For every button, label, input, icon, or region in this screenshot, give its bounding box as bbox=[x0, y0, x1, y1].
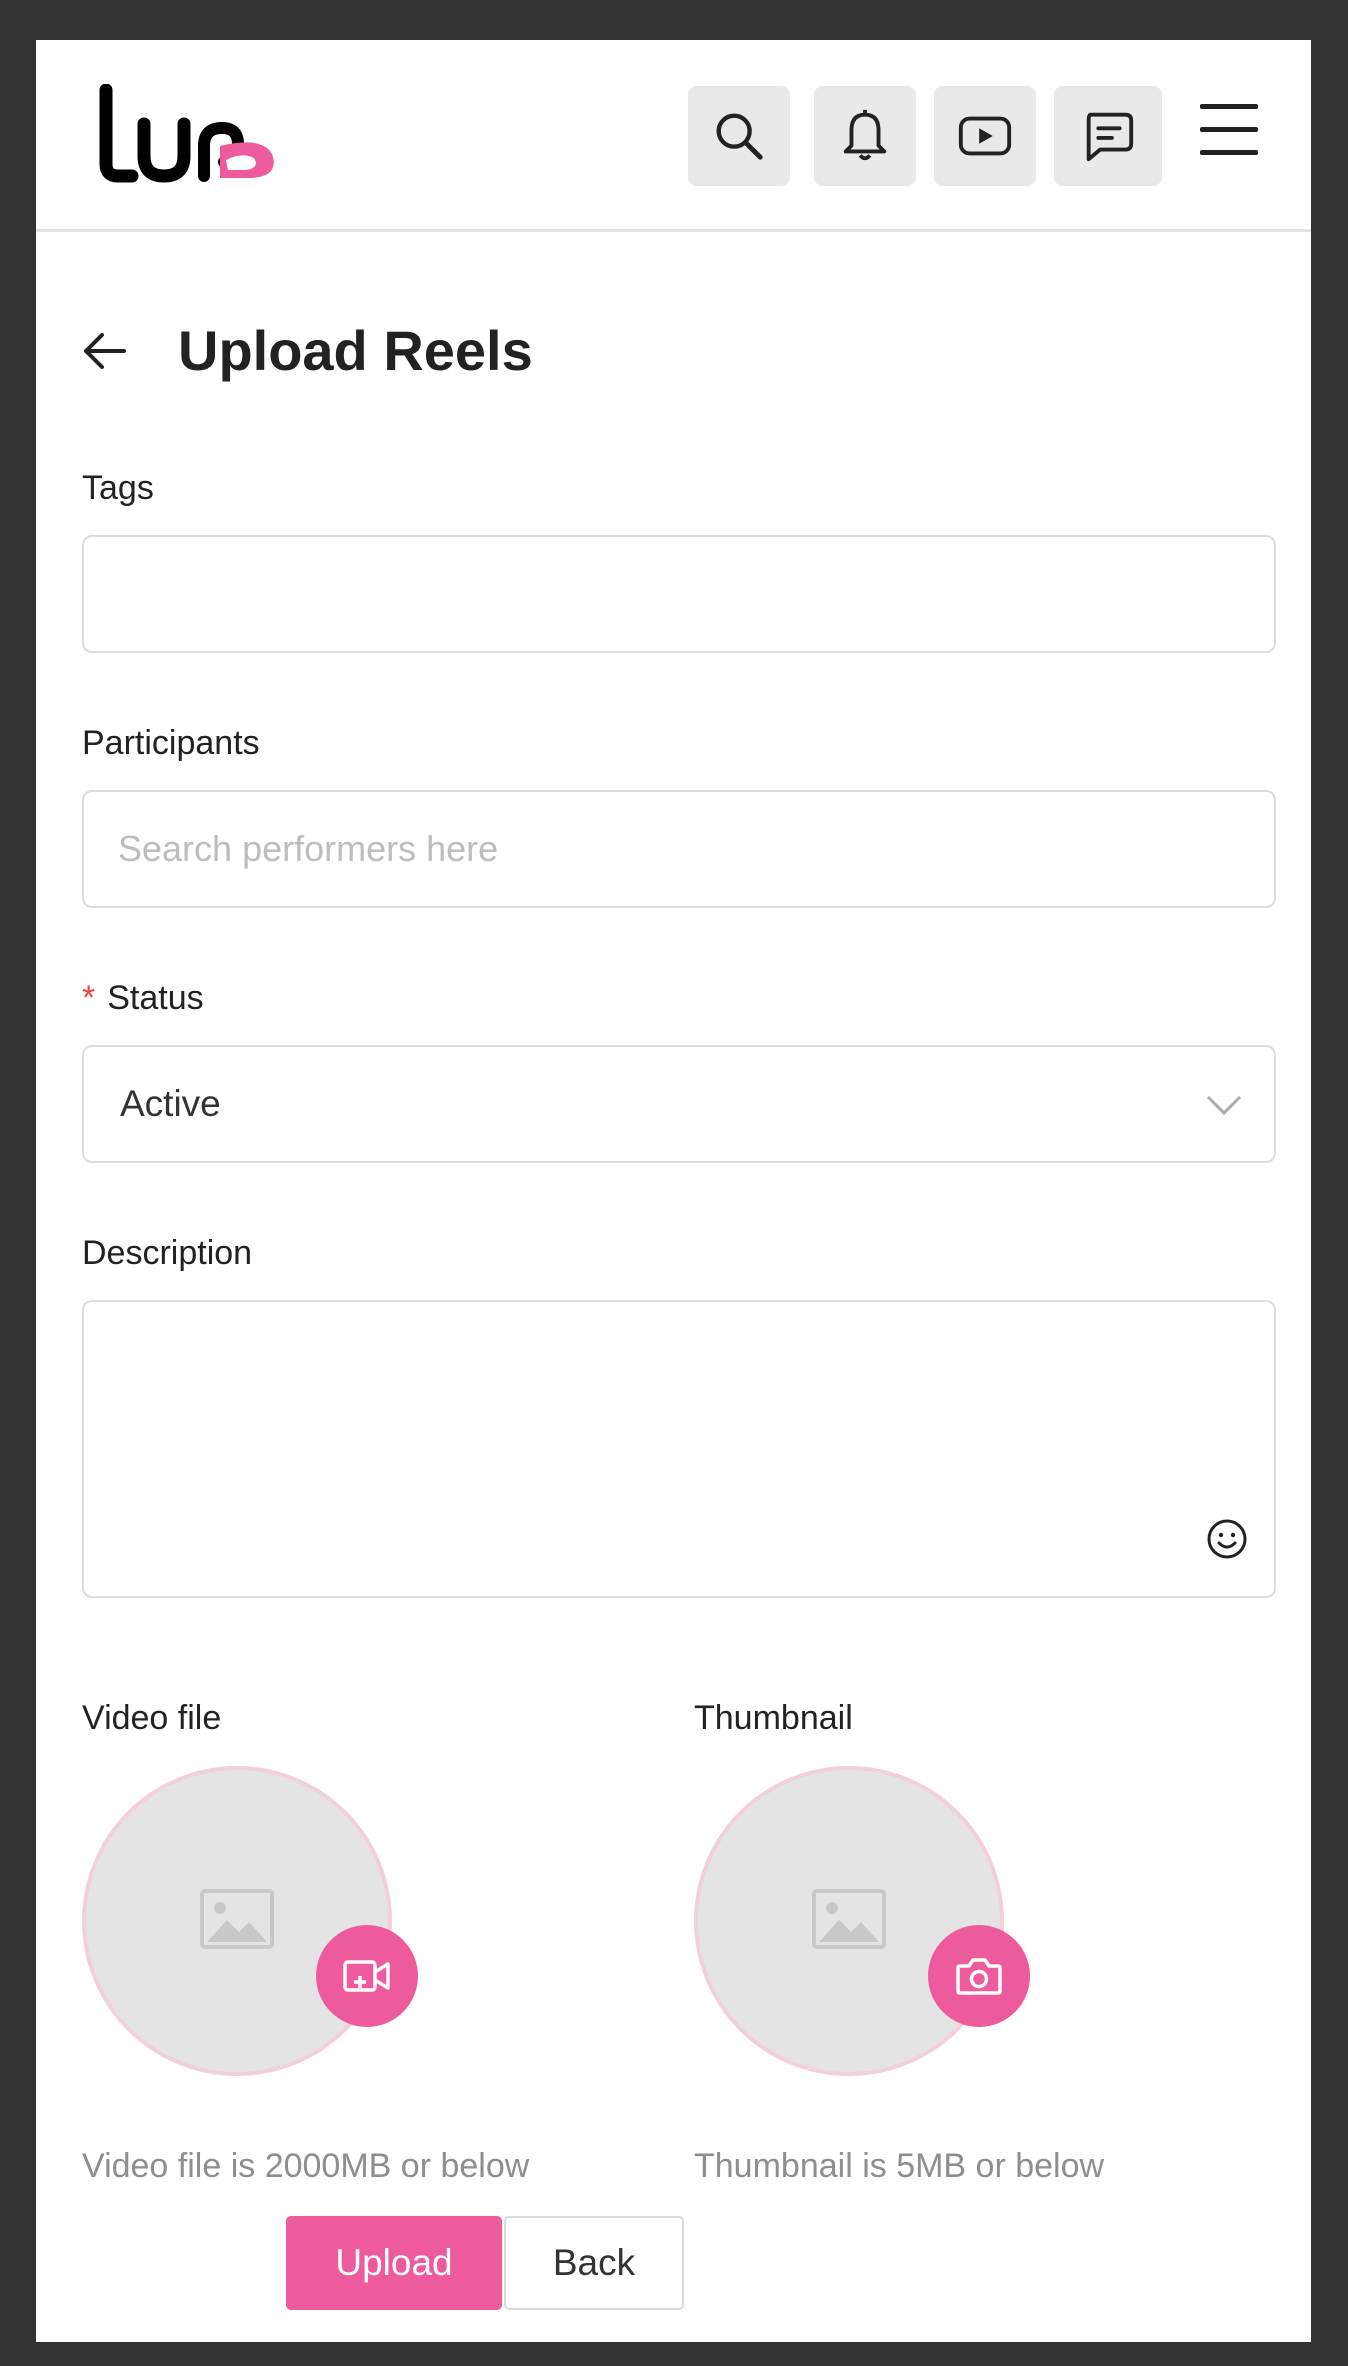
description-label: Description bbox=[82, 1234, 253, 1272]
thumbnail-preview-circle bbox=[694, 1766, 1004, 2076]
search-button[interactable] bbox=[688, 86, 790, 186]
page-title: Upload Reels bbox=[178, 319, 533, 382]
thumbnail-label: Thumbnail bbox=[694, 1699, 853, 1737]
video-play-icon bbox=[958, 116, 1012, 156]
upload-button[interactable]: Upload bbox=[286, 2216, 502, 2310]
select-thumbnail-button[interactable] bbox=[928, 1925, 1030, 2027]
camera-icon bbox=[956, 1958, 1002, 1995]
status-label-text: Status bbox=[107, 979, 204, 1017]
lub-logo[interactable] bbox=[92, 84, 282, 184]
search-icon bbox=[716, 113, 763, 160]
video-add-icon bbox=[343, 1960, 390, 1992]
back-arrow-icon[interactable] bbox=[80, 326, 130, 376]
description-box bbox=[82, 1300, 1276, 1598]
notifications-button[interactable] bbox=[814, 86, 916, 186]
back-button[interactable]: Back bbox=[504, 2216, 684, 2310]
description-textarea[interactable] bbox=[84, 1302, 1274, 1596]
emoji-icon[interactable] bbox=[1206, 1518, 1248, 1560]
video-file-label: Video file bbox=[82, 1699, 222, 1737]
status-select[interactable]: Active bbox=[82, 1045, 1276, 1163]
bell-icon bbox=[843, 109, 887, 161]
image-placeholder-icon bbox=[200, 1889, 274, 1949]
video-file-hint: Video file is 2000MB or below bbox=[82, 2147, 530, 2185]
videos-button[interactable] bbox=[934, 86, 1036, 186]
select-video-button[interactable] bbox=[316, 1925, 418, 2027]
participants-label: Participants bbox=[82, 724, 260, 762]
status-selected-value: Active bbox=[120, 1083, 221, 1124]
required-marker: * bbox=[82, 979, 96, 1017]
video-preview-circle bbox=[82, 1766, 392, 2076]
tags-input[interactable] bbox=[82, 535, 1276, 653]
app-frame: Upload Reels Tags Participants * Status A… bbox=[36, 40, 1311, 2342]
top-header bbox=[36, 40, 1311, 232]
message-icon bbox=[1086, 112, 1134, 162]
messages-button[interactable] bbox=[1054, 86, 1162, 186]
hamburger-menu-icon[interactable] bbox=[1200, 104, 1258, 164]
thumbnail-hint: Thumbnail is 5MB or below bbox=[694, 2147, 1105, 2185]
participants-search-input[interactable] bbox=[82, 790, 1276, 908]
chevron-down-icon bbox=[1206, 1095, 1242, 1116]
tags-label: Tags bbox=[82, 469, 154, 507]
status-label: * Status bbox=[82, 978, 204, 1018]
image-placeholder-icon bbox=[812, 1889, 886, 1949]
